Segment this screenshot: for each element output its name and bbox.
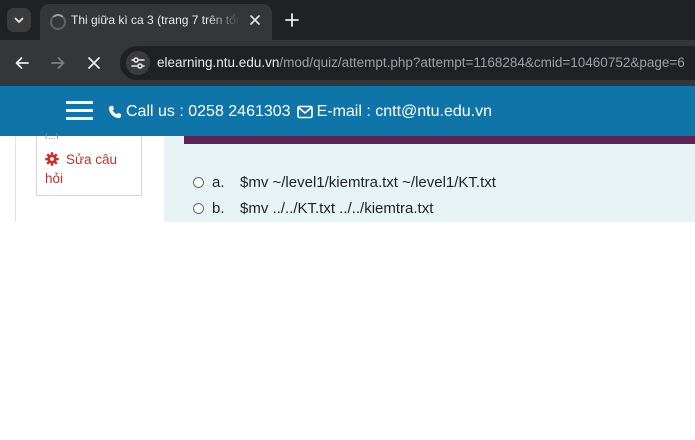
menu-toggle-button[interactable] — [66, 101, 93, 121]
answer-a-text: $mv ~/level1/kiemtra.txt ~/level1/KT.txt — [240, 173, 496, 191]
phone-text: Call us : 0258 2461303 — [126, 103, 291, 120]
browser-tab-active[interactable]: Thi giữa kì ca 3 (trang 7 trên tổng — [40, 4, 272, 40]
loading-spinner-icon — [50, 14, 66, 30]
chevron-down-icon — [14, 17, 24, 23]
answer-a-radio[interactable] — [193, 176, 204, 188]
answer-a-letter: a. — [212, 173, 225, 191]
tab-title: Thi giữa kì ca 3 (trang 7 trên tổng — [71, 13, 241, 27]
new-tab-button[interactable] — [282, 10, 302, 30]
browser-toolbar: elearning.ntu.edu.vn/mod/quiz/attempt.ph… — [0, 40, 695, 86]
answer-option-a[interactable]: a. $mv ~/level1/kiemtra.txt ~/level1/KT.… — [193, 171, 496, 193]
plus-icon — [285, 13, 299, 27]
contact-info: Call us : 0258 2461303 E-mail : cntt@ntu… — [108, 103, 492, 121]
question-info-box: (...) Sửa câu hỏi — [36, 133, 142, 196]
arrow-left-icon — [15, 57, 29, 69]
site-info-button[interactable] — [126, 51, 150, 75]
tab-search-button[interactable] — [7, 8, 31, 32]
browser-tab-strip: Thi giữa kì ca 3 (trang 7 trên tổng — [0, 0, 695, 40]
url-path: /mod/quiz/attempt.php?attempt=1168284&cm… — [279, 55, 685, 70]
question-header-bar — [184, 136, 695, 144]
url-text: elearning.ntu.edu.vn/mod/quiz/attempt.ph… — [157, 55, 685, 70]
answer-b-text: $mv ../../KT.txt ../../kiemtra.txt — [240, 199, 434, 217]
gear-icon — [45, 152, 59, 166]
close-icon — [250, 15, 260, 25]
question-panel: a. $mv ~/level1/kiemtra.txt ~/level1/KT.… — [164, 136, 695, 222]
phone-icon — [108, 105, 122, 119]
address-bar[interactable]: elearning.ntu.edu.vn/mod/quiz/attempt.ph… — [120, 46, 695, 80]
answer-b-radio[interactable] — [193, 202, 204, 214]
email-text: E-mail : cntt@ntu.edu.vn — [316, 103, 493, 120]
tune-icon — [131, 57, 145, 69]
sidebar-divider — [15, 136, 16, 222]
forward-button[interactable] — [46, 51, 70, 75]
tab-close-button[interactable] — [246, 11, 264, 29]
site-header: Call us : 0258 2461303 E-mail : cntt@ntu… — [0, 86, 695, 136]
envelope-icon — [296, 105, 313, 119]
back-button[interactable] — [10, 51, 34, 75]
edit-question-link[interactable]: Sửa câu hỏi — [45, 150, 135, 188]
arrow-right-icon — [51, 57, 65, 69]
close-icon — [88, 57, 100, 69]
stop-loading-button[interactable] — [82, 51, 106, 75]
url-host: elearning.ntu.edu.vn — [157, 55, 280, 70]
answer-b-letter: b. — [212, 199, 225, 217]
answer-option-b[interactable]: b. $mv ../../KT.txt ../../kiemtra.txt — [193, 197, 433, 219]
